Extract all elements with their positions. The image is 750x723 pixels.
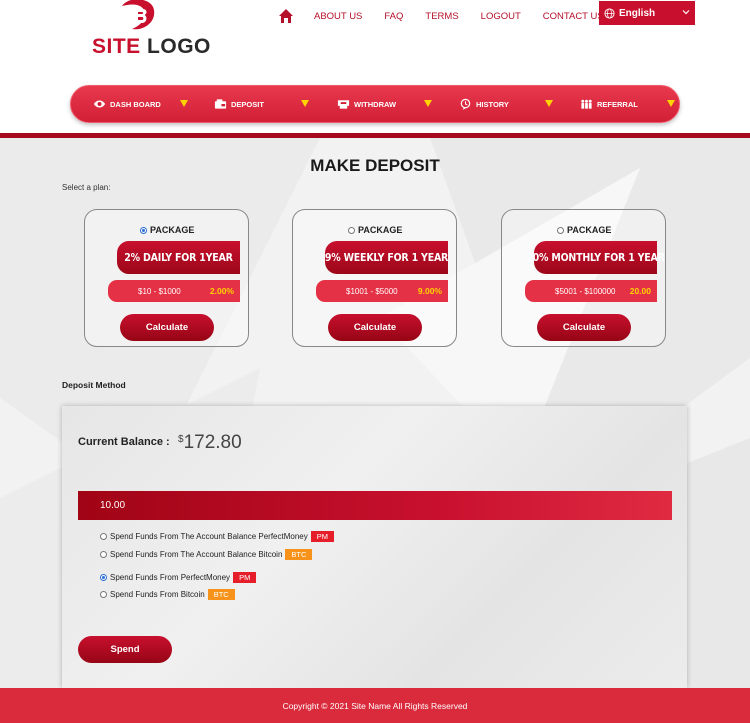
nav-terms[interactable]: TERMS	[425, 11, 458, 22]
balance-amount: 172.80	[183, 432, 242, 453]
payment-method-option[interactable]: Spend Funds From Bitcoin BTC	[100, 589, 235, 600]
plan-radio-label: PACKAGE	[358, 225, 403, 235]
plan-card: PACKAGE 20% MONTHLY FOR 1 YEAR $5001 - $…	[501, 209, 666, 347]
method-label: Spend Funds From Bitcoin	[110, 590, 205, 599]
deposit-method-label: Deposit Method	[62, 380, 126, 390]
plan-radio-label: PACKAGE	[150, 225, 195, 235]
method-label: Spend Funds From PerfectMoney	[110, 573, 231, 582]
chevron-down-icon	[682, 10, 690, 15]
plan-radio-button[interactable]	[348, 226, 355, 234]
method-radio-button[interactable]	[100, 533, 107, 540]
top-nav: ABOUT US FAQ TERMS LOGOUT CONTACT US	[278, 6, 626, 26]
payment-method-option[interactable]: Spend Funds From The Account Balance Bit…	[100, 549, 313, 560]
nav-faq[interactable]: FAQ	[384, 11, 403, 22]
select-plan-label: Select a plan:	[62, 183, 111, 192]
caret-down-icon[interactable]	[424, 100, 432, 107]
plan-percent: 2.00%	[209, 286, 234, 296]
method-label: Spend Funds From The Account Balance Bit…	[110, 550, 283, 559]
method-radio-button[interactable]	[100, 551, 107, 558]
menu-item-withdraw[interactable]: WITHDRAW	[337, 86, 396, 122]
method-label: Spend Funds From The Account Balance Per…	[110, 532, 308, 541]
logo-site-text: SITE	[92, 35, 141, 58]
plan-name: 9% WEEKLY FOR 1 YEAR	[325, 241, 448, 274]
plan-range-bar: $5001 - $100000 20.00	[525, 280, 657, 302]
balance-currency: $	[178, 434, 184, 445]
payment-method-option[interactable]: Spend Funds From The Account Balance Per…	[100, 531, 334, 542]
caret-down-icon[interactable]	[545, 100, 553, 107]
menu-item-history[interactable]: HISTORY	[459, 86, 509, 122]
menu-label-referral: REFERRAL	[597, 99, 638, 109]
site-header: SITE LOGO ABOUT US FAQ TERMS LOGOUT CONT…	[0, 0, 750, 133]
amount-value: 10.00	[100, 500, 126, 511]
site-logo[interactable]: SITE LOGO	[92, 35, 211, 59]
pm-badge: PM	[233, 572, 257, 583]
plan-radio-button[interactable]	[140, 226, 147, 234]
language-value: English	[619, 7, 656, 19]
plan-card: PACKAGE 2% DAILY FOR 1YEAR $10 - $1000 2…	[84, 209, 249, 347]
pm-badge: PM	[310, 531, 334, 542]
current-balance-label: Current Balance :	[78, 436, 170, 448]
menu-label-history: HISTORY	[476, 99, 509, 109]
main-content: MAKE DEPOSIT Select a plan: PACKAGE 2% D…	[0, 138, 750, 688]
menu-item-dashboard[interactable]: DASH BOARD	[93, 86, 161, 122]
calculate-button[interactable]: Calculate	[120, 314, 214, 341]
spend-button[interactable]: Spend	[78, 636, 172, 663]
plan-name: 2% DAILY FOR 1YEAR	[117, 241, 240, 274]
logo-mark-icon	[122, 0, 155, 30]
eye-icon	[93, 100, 106, 108]
plan-card: PACKAGE 9% WEEKLY FOR 1 YEAR $1001 - $50…	[292, 209, 457, 347]
plan-radio-row[interactable]: PACKAGE	[140, 225, 194, 235]
payment-method-option[interactable]: Spend Funds From PerfectMoney PM	[100, 572, 257, 583]
plan-percent: 9.00%	[417, 286, 442, 296]
menu-label-deposit: DEPOSIT	[231, 99, 264, 109]
language-select[interactable]: English	[599, 1, 695, 25]
calculate-button[interactable]: Calculate	[328, 314, 422, 341]
caret-down-icon[interactable]	[301, 100, 309, 107]
nav-about-us[interactable]: ABOUT US	[314, 11, 362, 22]
amount-input[interactable]: 10.00	[78, 491, 672, 520]
cash-icon	[337, 100, 350, 109]
plan-percent: 20.00	[629, 286, 651, 296]
plan-range: $5001 - $100000	[555, 286, 616, 296]
btc-badge: BTC	[285, 549, 313, 560]
plan-range: $1001 - $5000	[346, 286, 398, 296]
plan-range: $10 - $1000	[138, 286, 181, 296]
method-radio-button[interactable]	[100, 591, 107, 598]
menu-item-referral[interactable]: REFERRAL	[580, 86, 638, 122]
caret-down-icon[interactable]	[667, 100, 675, 107]
history-icon	[460, 98, 471, 110]
deposit-panel: Current Balance : $172.80 10.00 Spend Fu…	[62, 406, 687, 688]
btc-badge: BTC	[207, 589, 235, 600]
plan-radio-label: PACKAGE	[567, 225, 612, 235]
nav-contact-us[interactable]: CONTACT US	[543, 11, 604, 22]
site-footer: Copyright © 2021 Site Name All Rights Re…	[0, 688, 750, 723]
plan-radio-row[interactable]: PACKAGE	[348, 225, 402, 235]
globe-icon	[604, 7, 615, 19]
menu-label-dashboard: DASH BOARD	[110, 99, 161, 109]
users-icon	[581, 99, 592, 109]
logo-word-text: LOGO	[147, 35, 211, 58]
page-title: MAKE DEPOSIT	[310, 156, 440, 175]
method-radio-button[interactable]	[100, 574, 107, 581]
nav-logout[interactable]: LOGOUT	[481, 11, 521, 22]
calculate-button[interactable]: Calculate	[537, 314, 631, 341]
main-menu-bar: DASH BOARD DEPOSIT WITHDRAW HISTORY REFE…	[70, 85, 680, 123]
current-balance-value: $172.80	[178, 432, 242, 454]
wallet-icon	[214, 99, 227, 109]
caret-down-icon[interactable]	[180, 100, 188, 107]
plan-radio-row[interactable]: PACKAGE	[557, 225, 611, 235]
copyright-text: Copyright © 2021 Site Name All Rights Re…	[282, 700, 468, 711]
home-icon[interactable]	[278, 8, 294, 24]
menu-item-deposit[interactable]: DEPOSIT	[214, 86, 264, 122]
plan-name: 20% MONTHLY FOR 1 YEAR	[526, 241, 665, 274]
plan-radio-button[interactable]	[557, 226, 564, 234]
plan-range-bar: $10 - $1000 2.00%	[108, 280, 240, 302]
menu-label-withdraw: WITHDRAW	[354, 99, 397, 109]
plan-range-bar: $1001 - $5000 9.00%	[316, 280, 448, 302]
